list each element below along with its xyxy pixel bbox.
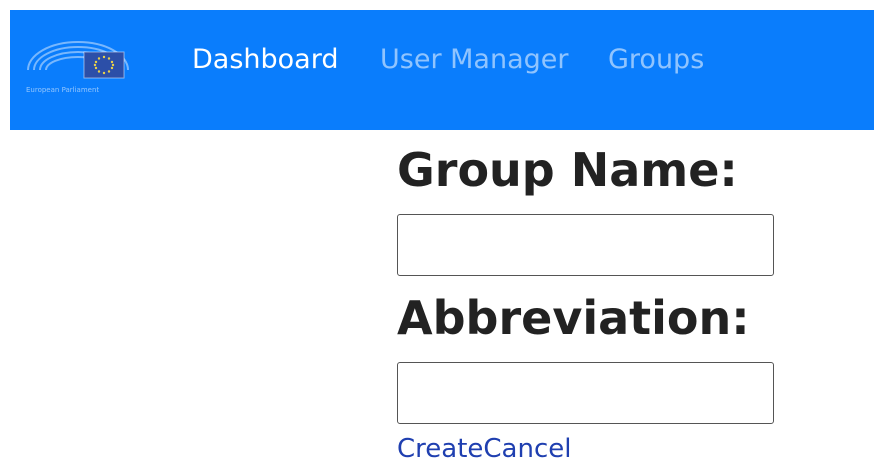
abbreviation-input[interactable] [397,362,774,424]
european-parliament-logo-icon[interactable]: European Parliament [24,24,132,100]
navbar: European Parliament Dashboard User Manag… [10,10,874,130]
create-group-form: Group Name: Abbreviation: CreateCancel [397,140,774,466]
group-name-input[interactable] [397,214,774,276]
logo-text: European Parliament [26,86,99,94]
nav-dashboard[interactable]: Dashboard [192,43,338,77]
create-link[interactable]: Create [397,434,483,464]
abbreviation-label: Abbreviation: [397,291,750,345]
cancel-link[interactable]: Cancel [483,434,571,464]
logo-graphic: European Parliament [26,41,129,94]
group-name-label: Group Name: [397,143,738,197]
nav-user-manager[interactable]: User Manager [380,43,568,77]
nav-groups[interactable]: Groups [608,43,704,77]
form-actions: CreateCancel [397,432,774,466]
